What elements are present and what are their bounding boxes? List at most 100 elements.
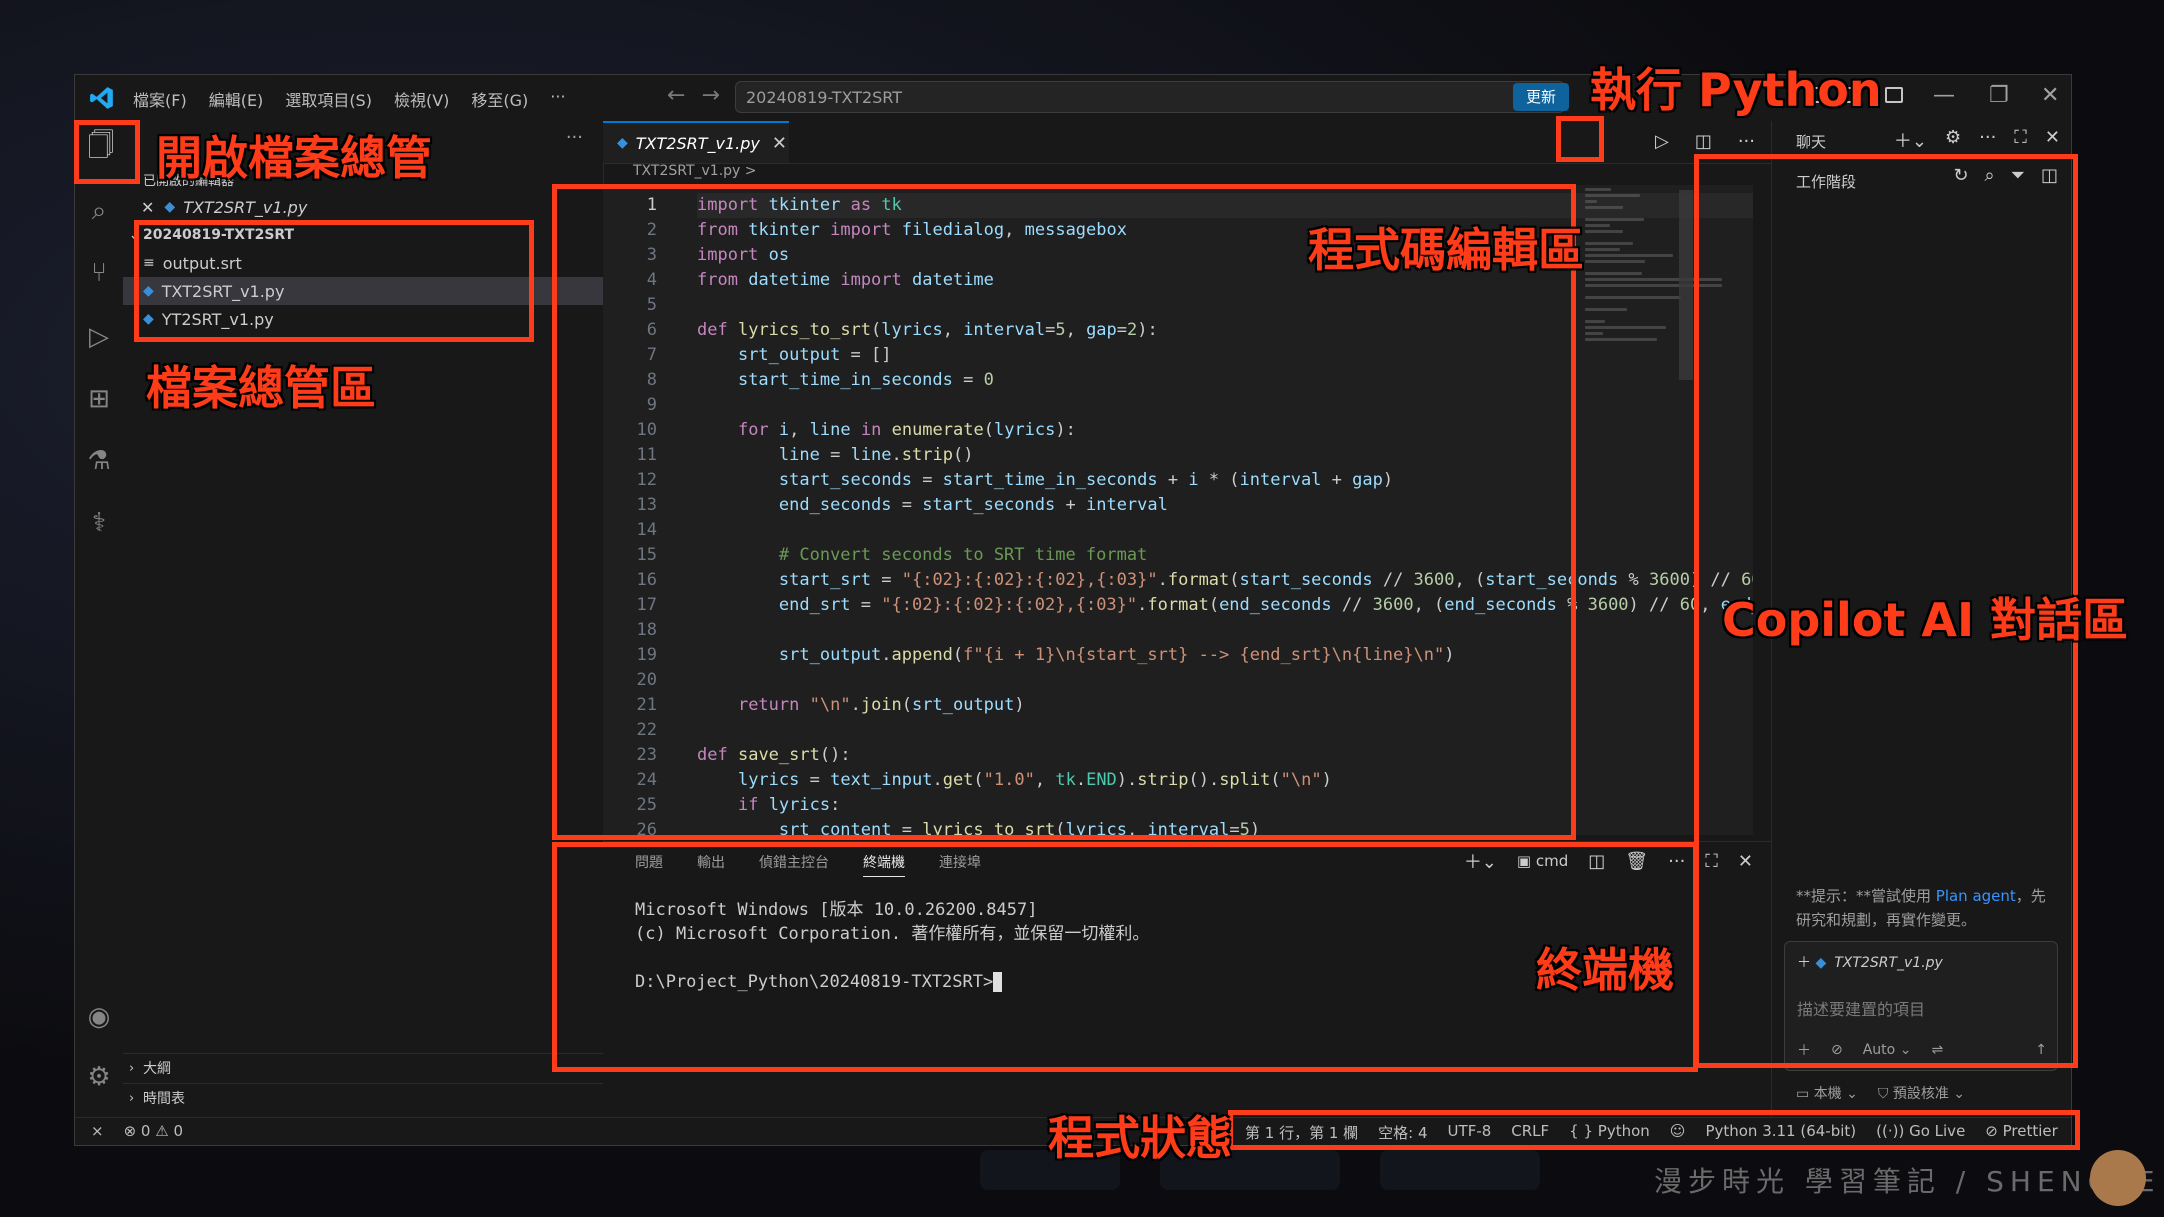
minimap-line xyxy=(1585,242,1634,245)
back-arrow-icon[interactable]: ← xyxy=(667,83,701,108)
menu-edit[interactable]: 編輯(E) xyxy=(209,87,264,111)
editor-tab[interactable]: ◆ TXT2SRT_v1.py ✕ xyxy=(603,121,789,163)
capybara-mascot-icon xyxy=(2090,1150,2146,1206)
menu-file[interactable]: 檔案(F) xyxy=(133,87,187,111)
restore-icon[interactable]: ❐ xyxy=(1989,83,2009,108)
breadcrumb[interactable]: TXT2SRT_v1.py > xyxy=(603,163,1771,185)
annotation-box-run-python xyxy=(1556,116,1604,162)
close-icon[interactable]: ✕ xyxy=(2045,127,2060,153)
close-window-icon[interactable]: ✕ xyxy=(2041,83,2059,108)
forward-arrow-icon[interactable]: → xyxy=(701,83,735,108)
activity-bar: 🗍 ⌕ ⑂ ▷ ⊞ ⚗ ⚕ ◉ ⚙ xyxy=(75,121,124,1117)
annotation-label-copilot: Copilot AI 對話區 xyxy=(1722,593,2129,647)
minimap-line xyxy=(1585,272,1643,275)
split-editor-icon[interactable]: ◫ xyxy=(1695,131,1712,152)
breadcrumb-text: TXT2SRT_v1.py > xyxy=(633,163,757,179)
new-chat-icon[interactable]: ＋⌄ xyxy=(1894,127,1927,153)
minimap-line xyxy=(1585,224,1610,227)
menu-selection[interactable]: 選取項目(S) xyxy=(285,87,372,111)
annotation-label-explorer-area: 檔案總管區 xyxy=(146,361,376,415)
error-icon: ⊗ xyxy=(123,1122,141,1140)
chat-actions: ＋⌄ ⚙ ··· ⛶ ✕ xyxy=(1894,127,2060,153)
minimap-line xyxy=(1585,332,1604,335)
account-icon[interactable]: ◉ xyxy=(83,1001,115,1033)
tab-label: TXT2SRT_v1.py xyxy=(635,133,760,153)
command-center-text: 20240819-TXT2SRT xyxy=(746,88,903,107)
timeline-label: 時間表 xyxy=(143,1091,185,1107)
minimap-line xyxy=(1585,230,1623,233)
minimap-line xyxy=(1585,248,1621,251)
gear-icon[interactable]: ⚙ xyxy=(1945,127,1961,153)
local-selector[interactable]: ▭ 本機 ⌄ xyxy=(1796,1083,1858,1103)
extensions-icon[interactable]: ⊞ xyxy=(83,383,115,415)
editor-scrollbar[interactable] xyxy=(1679,190,1693,380)
maximize-icon[interactable]: ⛶ xyxy=(2014,127,2027,153)
minimap-line xyxy=(1585,260,1645,263)
more-actions-icon[interactable]: ··· xyxy=(566,127,583,148)
annotation-box-code-editor xyxy=(552,184,1576,840)
warning-icon: ⚠ xyxy=(155,1122,174,1140)
menu-go[interactable]: 移至(G) xyxy=(471,87,528,111)
open-editor-item[interactable]: ✕ ◆ TXT2SRT_v1.py xyxy=(123,193,603,221)
menu-bar: 檔案(F) 編輯(E) 選取項目(S) 檢視(V) 移至(G) ··· xyxy=(133,87,566,111)
close-tab-icon[interactable]: ✕ xyxy=(772,133,787,154)
more-actions-icon[interactable]: ··· xyxy=(1738,131,1755,152)
minimap-line xyxy=(1585,206,1623,209)
nav-arrows: ←→ xyxy=(667,83,736,108)
annotation-label-terminal: 終端機 xyxy=(1536,943,1674,997)
local-label: 本機 xyxy=(1813,1086,1842,1102)
problems-indicator[interactable]: ⊗ 0 ⚠ 0 xyxy=(124,1122,183,1140)
chevron-right-icon: › xyxy=(129,1060,135,1076)
source-control-icon[interactable]: ⑂ xyxy=(83,257,115,289)
error-count: 0 xyxy=(140,1122,151,1140)
outline-section[interactable]: › 大綱 xyxy=(123,1053,603,1082)
annotation-box-status xyxy=(1228,1110,2080,1150)
minimap-line xyxy=(1585,326,1666,329)
approval-label: 預設核准 xyxy=(1892,1086,1949,1102)
minimap-line xyxy=(1585,188,1611,191)
minimap-line xyxy=(1585,254,1674,257)
annotation-label-explorer-open: 開啟檔案總管 xyxy=(156,131,432,185)
approval-selector[interactable]: ⛉ 預設核准 ⌄ xyxy=(1878,1083,1965,1103)
search-icon[interactable]: ⌕ xyxy=(83,195,115,227)
menu-more[interactable]: ··· xyxy=(550,87,565,111)
python-icon[interactable]: ⚕ xyxy=(83,507,115,539)
annotation-box-terminal xyxy=(552,842,1698,1072)
remote-icon[interactable]: ⨯ xyxy=(91,1122,104,1140)
timeline-section[interactable]: › 時間表 xyxy=(123,1083,603,1112)
settings-gear-icon[interactable]: ⚙ xyxy=(83,1061,115,1093)
chevron-right-icon: › xyxy=(129,1090,135,1106)
more-actions-icon[interactable]: ··· xyxy=(1979,127,1996,153)
status-left: ⨯ ⊗ 0 ⚠ 0 xyxy=(91,1122,183,1140)
update-button[interactable]: 更新 xyxy=(1513,83,1569,111)
chat-footer: ▭ 本機 ⌄ ⛉ 預設核准 ⌄ xyxy=(1796,1083,1965,1103)
annotation-box-explorer-icon xyxy=(74,120,140,184)
shield-icon: ⛉ xyxy=(1877,1086,1893,1102)
annotation-label-status: 程式狀態 xyxy=(1048,1111,1232,1165)
minimap-line xyxy=(1585,200,1597,203)
minimap-line xyxy=(1585,194,1640,197)
monitor-icon: ▭ xyxy=(1796,1086,1814,1102)
editor-actions: ▷ ◫ ··· xyxy=(1655,131,1755,152)
testing-icon[interactable]: ⚗ xyxy=(83,445,115,477)
toggle-secondary-sidebar-icon[interactable] xyxy=(1885,87,1903,103)
close-icon[interactable]: ✕ xyxy=(141,198,154,217)
run-debug-icon[interactable]: ▷ xyxy=(83,321,115,353)
run-python-icon[interactable]: ▷ xyxy=(1655,131,1669,152)
minimize-icon[interactable]: — xyxy=(1933,83,1955,108)
minimap-line xyxy=(1585,296,1682,299)
minimap-line xyxy=(1585,338,1657,341)
python-file-icon: ◆ xyxy=(617,135,628,151)
minimap-line xyxy=(1585,308,1627,311)
warning-count: 0 xyxy=(173,1122,184,1140)
annotation-label-code-editor: 程式碼編輯區 xyxy=(1308,223,1584,277)
chat-title: 聊天 xyxy=(1796,133,1827,151)
blurred-bg-shape xyxy=(1380,1150,1540,1190)
minimap-line xyxy=(1585,218,1644,221)
command-center[interactable]: 20240819-TXT2SRT ⟐ ⌄ xyxy=(735,81,1565,113)
annotation-box-explorer-area xyxy=(134,220,534,342)
minimap-line xyxy=(1585,320,1605,323)
annotation-label-run-python: 執行 Python xyxy=(1590,63,1882,117)
menu-view[interactable]: 檢視(V) xyxy=(394,87,449,111)
open-editor-filename: TXT2SRT_v1.py xyxy=(183,197,308,217)
